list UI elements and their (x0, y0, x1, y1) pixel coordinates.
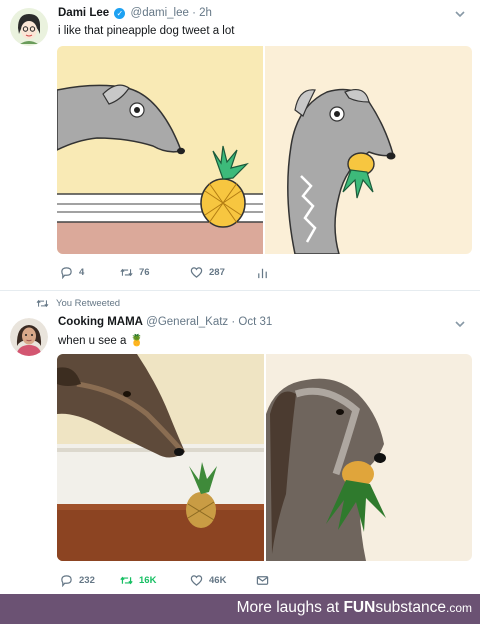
avatar[interactable] (10, 8, 48, 46)
tweet-media[interactable] (57, 46, 472, 254)
message-button[interactable] (256, 572, 269, 588)
display-name[interactable]: Dami Lee (58, 7, 109, 19)
comic-panel-right (265, 46, 472, 254)
message-icon (256, 575, 269, 585)
photo-right (266, 354, 472, 561)
tweet-text: i like that pineapple dog tweet a lot (58, 25, 235, 37)
like-icon (190, 266, 203, 278)
reply-button[interactable]: 4 (60, 264, 84, 280)
separator: · (231, 316, 236, 328)
photo-left (57, 354, 264, 561)
watermark-footer: More laughs at FUNsubstance.com (0, 594, 480, 624)
retweet-icon (36, 299, 49, 308)
retweet-context: You Retweeted (36, 298, 120, 309)
reply-icon (61, 574, 72, 587)
footer-prefix: More laughs at (236, 599, 340, 616)
tweet-text: when u see a 🍍 (58, 333, 144, 347)
reply-button[interactable]: 232 (60, 572, 95, 588)
like-count: 287 (209, 266, 225, 278)
timestamp[interactable]: Oct 31 (238, 316, 272, 328)
analytics-icon (258, 268, 267, 278)
reply-count: 4 (79, 266, 85, 278)
reply-count: 232 (79, 574, 95, 586)
avatar[interactable] (10, 318, 48, 356)
tweet-actions: 232 16K 46K (58, 572, 458, 588)
tweet-cooking-mama: You Retweeted Cooking MAMA @General_Katz… (0, 290, 480, 594)
verified-badge-icon: ✓ (114, 8, 126, 19)
tweet-header: Cooking MAMA @General_Katz · Oct 31 (58, 316, 272, 328)
tweet-text-content: when u see a (58, 335, 127, 347)
tweet-actions: 4 76 287 (58, 264, 458, 280)
comic-panel-left (57, 46, 263, 254)
chevron-down-icon[interactable] (454, 318, 466, 330)
analytics-button[interactable] (256, 264, 269, 280)
retweet-icon (120, 576, 133, 584)
user-handle[interactable]: @dami_lee (131, 7, 189, 19)
separator: · (192, 7, 196, 19)
pineapple-emoji-icon: 🍍 (129, 335, 144, 347)
footer-text[interactable]: More laughs at FUNsubstance.com (237, 599, 472, 617)
timestamp[interactable]: 2h (199, 7, 212, 19)
brand-domain: .com (445, 601, 472, 615)
like-button[interactable]: 287 (190, 264, 225, 280)
retweeted-label: You Retweeted (56, 298, 121, 309)
like-button[interactable]: 46K (190, 572, 226, 588)
user-handle[interactable]: @General_Katz (146, 316, 228, 328)
tweet-media[interactable] (57, 354, 472, 561)
tweet-header: Dami Lee ✓ @dami_lee · 2h (58, 7, 212, 19)
like-icon (190, 574, 203, 586)
retweet-count: 76 (139, 266, 150, 278)
retweet-count: 16K (139, 574, 157, 586)
retweet-icon (120, 268, 133, 276)
brand-substance: substance (375, 599, 446, 616)
chevron-down-icon[interactable] (454, 8, 466, 20)
retweet-button[interactable]: 16K (120, 572, 156, 588)
retweet-button[interactable]: 76 (120, 264, 150, 280)
display-name[interactable]: Cooking MAMA (58, 316, 143, 328)
reply-icon (61, 266, 72, 279)
brand-fun: FUN (343, 599, 376, 616)
like-count: 46K (209, 574, 227, 586)
tweet-dami-lee: Dami Lee ✓ @dami_lee · 2h i like that pi… (0, 0, 480, 290)
